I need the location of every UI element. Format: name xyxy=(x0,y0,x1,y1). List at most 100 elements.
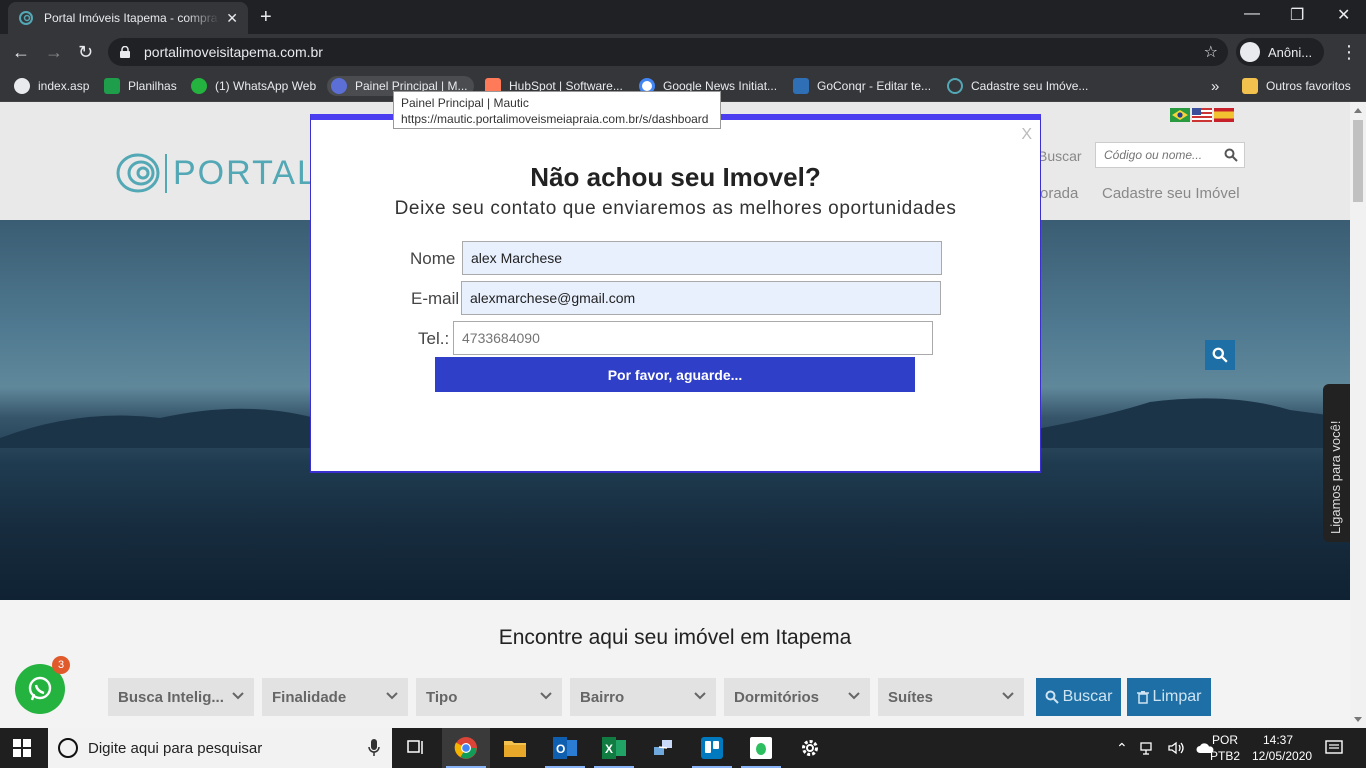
back-icon[interactable]: ← xyxy=(12,42,30,62)
lead-capture-modal: X Não achou seu Imovel? Deixe seu contat… xyxy=(310,114,1041,473)
modal-title: Não achou seu Imovel? xyxy=(530,162,821,192)
input-language[interactable]: POR PTB2 xyxy=(1210,732,1240,764)
brazil-flag-icon[interactable] xyxy=(1170,108,1190,122)
modal-subtitle: Deixe seu contato que enviaremos as melh… xyxy=(394,198,957,219)
scroll-up-icon[interactable] xyxy=(1354,108,1362,113)
new-tab-icon[interactable]: + xyxy=(260,6,272,29)
evernote-icon[interactable] xyxy=(737,728,785,768)
page-scrollbar[interactable] xyxy=(1350,102,1366,728)
network-app-icon[interactable] xyxy=(639,728,687,768)
filter-label: Dormitórios xyxy=(734,688,820,706)
forward-icon[interactable]: → xyxy=(45,42,63,62)
filter-dormitorios[interactable]: Dormitórios xyxy=(724,678,870,716)
chevron-down-icon xyxy=(232,692,244,700)
name-field[interactable] xyxy=(462,241,942,275)
network-icon[interactable] xyxy=(1140,741,1156,755)
email-field[interactable] xyxy=(461,281,941,315)
trash-icon xyxy=(1136,691,1149,704)
notifications-icon[interactable] xyxy=(1314,728,1354,768)
filter-bairro[interactable]: Bairro xyxy=(570,678,716,716)
filter-tipo[interactable]: Tipo xyxy=(416,678,562,716)
browser-toolbar: ← → ↻ portalimoveisitapema.com.br ☆ Anôn… xyxy=(0,34,1366,70)
bookmark-index-asp[interactable]: index.asp xyxy=(14,76,89,96)
submit-button[interactable]: Por favor, aguarde... xyxy=(435,357,915,392)
tooltip-title: Painel Principal | Mautic xyxy=(401,96,529,110)
chevron-down-icon xyxy=(1002,692,1014,700)
phone-label: Tel.: xyxy=(418,329,450,348)
bookmark-cadastre[interactable]: Cadastre seu Imóve... xyxy=(947,76,1088,96)
excel-icon[interactable]: X xyxy=(590,728,638,768)
bookmark-tooltip: Painel Principal | Mautic https://mautic… xyxy=(393,91,721,129)
spain-flag-icon[interactable] xyxy=(1214,108,1234,122)
bookmark-label: Cadastre seu Imóve... xyxy=(971,79,1089,93)
code-search-input[interactable] xyxy=(1095,142,1245,168)
filter-search-button[interactable]: Buscar xyxy=(1036,678,1121,716)
callback-side-tab[interactable]: Ligamos para você! xyxy=(1323,384,1350,542)
bookmark-label: Outros favoritos xyxy=(1266,79,1351,93)
filter-busca-inteligente[interactable]: Busca Intelig... xyxy=(108,678,254,716)
profile-button[interactable]: Anôni... xyxy=(1236,38,1324,66)
more-bookmarks-chevron-icon[interactable]: » xyxy=(1211,76,1219,96)
bookmark-other-favorites[interactable]: Outros favoritos xyxy=(1242,76,1351,96)
outlook-icon[interactable]: O xyxy=(541,728,589,768)
window-close-icon[interactable]: ✕ xyxy=(1337,5,1350,25)
volume-icon[interactable] xyxy=(1168,741,1184,755)
taskbar-search-placeholder: Digite aqui para pesquisar xyxy=(88,739,263,757)
bookmark-goconqr[interactable]: GoConqr - Editar te... xyxy=(793,76,931,96)
search-icon[interactable] xyxy=(1224,148,1238,162)
bookmark-planilhas[interactable]: Planilhas xyxy=(104,76,177,96)
usa-flag-icon[interactable] xyxy=(1192,108,1212,122)
whatsapp-icon xyxy=(191,78,207,94)
profile-name: Anôni... xyxy=(1268,44,1313,60)
cortana-icon xyxy=(58,738,78,758)
mautic-icon xyxy=(331,78,347,94)
sheets-icon xyxy=(104,78,120,94)
nav-link-partial[interactable]: orada xyxy=(1040,185,1078,202)
language-code: POR xyxy=(1211,733,1238,747)
folder-icon xyxy=(1242,78,1258,94)
bookmark-label: index.asp xyxy=(38,79,90,93)
chrome-taskbar-icon[interactable] xyxy=(442,728,490,768)
taskbar-search[interactable]: Digite aqui para pesquisar xyxy=(48,728,392,768)
filter-label: Suítes xyxy=(888,688,934,706)
hero-search-button[interactable] xyxy=(1205,340,1235,370)
filter-clear-button[interactable]: Limpar xyxy=(1127,678,1211,716)
scroll-down-icon[interactable] xyxy=(1354,717,1362,722)
bookmark-whatsapp[interactable]: (1) WhatsApp Web xyxy=(191,76,316,96)
windows-start-icon[interactable] xyxy=(13,739,31,757)
microphone-icon[interactable] xyxy=(368,739,380,757)
tray-chevron-up-icon[interactable]: ⌃ xyxy=(1116,740,1128,757)
restore-icon[interactable]: ❐ xyxy=(1290,5,1304,25)
site-favicon-icon xyxy=(947,78,963,94)
bookmark-star-icon[interactable]: ☆ xyxy=(1204,42,1218,62)
filter-suites[interactable]: Suítes xyxy=(878,678,1024,716)
clock-time: 14:37 xyxy=(1262,733,1294,747)
phone-field[interactable] xyxy=(453,321,933,355)
reload-icon[interactable]: ↻ xyxy=(78,42,93,62)
taskbar-clock[interactable]: 14:37 12/05/2020 xyxy=(1252,732,1312,764)
address-bar[interactable]: portalimoveisitapema.com.br ☆ xyxy=(108,38,1228,66)
filter-finalidade[interactable]: Finalidade xyxy=(262,678,408,716)
task-view-icon[interactable] xyxy=(392,728,440,768)
scrollbar-thumb[interactable] xyxy=(1353,120,1363,202)
filter-label: Bairro xyxy=(580,688,625,706)
email-label: E-mail xyxy=(411,289,460,308)
chevron-down-icon xyxy=(386,692,398,700)
chevron-down-icon xyxy=(540,692,552,700)
tab-close-icon[interactable]: ✕ xyxy=(226,10,238,27)
trello-icon[interactable] xyxy=(688,728,736,768)
nav-link-cadastre[interactable]: Cadastre seu Imóvel xyxy=(1102,185,1240,202)
url-text: portalimoveisitapema.com.br xyxy=(144,44,323,60)
filter-label: Finalidade xyxy=(272,688,347,706)
browser-tab[interactable]: Portal Imóveis Itapema - compra ✕ xyxy=(8,2,248,34)
whatsapp-badge: 3 xyxy=(52,656,70,674)
tab-title: Portal Imóveis Itapema - compra xyxy=(44,11,218,25)
search-icon xyxy=(1045,690,1059,704)
lock-icon xyxy=(120,46,130,58)
settings-gear-icon[interactable] xyxy=(786,728,834,768)
find-property-title: Encontre aqui seu imóvel em Itapema xyxy=(498,626,852,649)
file-explorer-icon[interactable] xyxy=(491,728,539,768)
minimize-icon[interactable]: — xyxy=(1244,5,1260,23)
modal-close-icon[interactable]: X xyxy=(1021,126,1032,144)
menu-kebab-icon[interactable]: ⋮ xyxy=(1340,42,1358,63)
